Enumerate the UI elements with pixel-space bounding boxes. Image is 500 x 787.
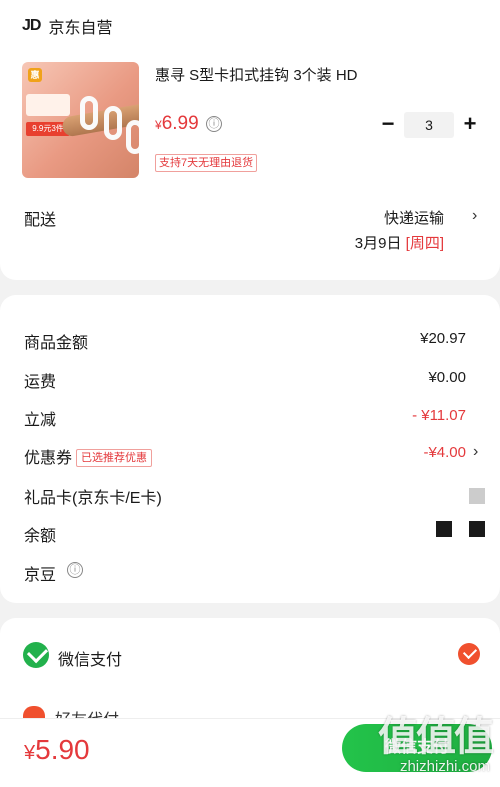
hook-graphic	[80, 96, 98, 130]
quantity-stepper: − 3 +	[374, 112, 484, 138]
goods-amount-label: 商品金额	[24, 335, 89, 352]
price-info-icon[interactable]: ⓘ	[206, 116, 222, 132]
jingdou-info-icon[interactable]: ⓘ	[67, 562, 83, 578]
chevron-right-icon[interactable]: ›	[472, 207, 477, 225]
hook-graphic	[126, 120, 139, 154]
return-policy-badge: 支持7天无理由退货	[155, 154, 258, 172]
product-price: ¥6.99	[155, 113, 199, 135]
balance-block	[436, 521, 452, 537]
coupon-label: 优惠券	[24, 450, 73, 467]
product-image[interactable]: 惠 9.9元3件	[22, 62, 139, 178]
hook-graphic	[104, 106, 122, 140]
wechat-pay-label[interactable]: 微信支付	[58, 646, 122, 670]
selected-check-icon[interactable]	[458, 643, 480, 665]
watermark-url: zhizhizhi.com	[399, 758, 490, 775]
store-header[interactable]: JD 京东自营	[22, 14, 112, 38]
coupon-badge: 已选推荐优惠	[76, 449, 153, 467]
total-currency: ¥	[24, 742, 36, 764]
product-card: JD 京东自营 惠 9.9元3件 惠寻 S型卡扣式挂钩 3个装 HD ¥6.99…	[0, 0, 500, 280]
jingdou-label: 京豆	[24, 567, 57, 584]
product-title[interactable]: 惠寻 S型卡扣式挂钩 3个装 HD	[155, 64, 358, 85]
giftcard-label: 礼品卡(京东卡/E卡)	[24, 490, 162, 507]
goods-amount-value: ¥20.97	[420, 330, 466, 347]
price-currency: ¥	[155, 118, 162, 132]
brand-logo-icon: 惠	[28, 68, 42, 82]
store-name: 京东自营	[48, 20, 113, 37]
total-amount: 5.90	[35, 734, 90, 765]
increment-button[interactable]: +	[456, 112, 484, 138]
friend-pay-label[interactable]: 好友代付	[55, 706, 119, 718]
delivery-method[interactable]: 快递运输	[384, 207, 444, 228]
chevron-right-icon[interactable]: ›	[473, 443, 478, 461]
coupon-value[interactable]: -¥4.00	[423, 444, 466, 461]
shipping-label: 运费	[24, 374, 57, 391]
jd-logo-icon: JD	[22, 17, 41, 34]
order-total: ¥5.90	[24, 734, 90, 766]
friend-pay-icon	[23, 706, 45, 718]
coupon-row[interactable]: 优惠券 已选推荐优惠	[24, 444, 153, 468]
discount-label: 立减	[24, 412, 57, 429]
balance-toggle[interactable]	[469, 521, 485, 537]
wechat-pay-icon	[23, 642, 49, 668]
delivery-weekday: [周四]	[405, 235, 444, 252]
delivery-date-value: 3月9日	[354, 235, 402, 252]
shipping-value: ¥0.00	[428, 369, 466, 386]
giftcard-toggle[interactable]	[469, 488, 485, 504]
discount-value: - ¥11.07	[412, 407, 466, 424]
balance-label: 余额	[24, 528, 57, 545]
promo-panel	[26, 94, 70, 116]
price-amount: 6.99	[161, 113, 199, 134]
decrement-button[interactable]: −	[374, 112, 402, 138]
delivery-date[interactable]: 3月9日 [周四]	[355, 232, 444, 253]
delivery-label: 配送	[24, 212, 57, 229]
quantity-input[interactable]: 3	[404, 112, 454, 138]
watermark: 值值值	[378, 715, 494, 759]
